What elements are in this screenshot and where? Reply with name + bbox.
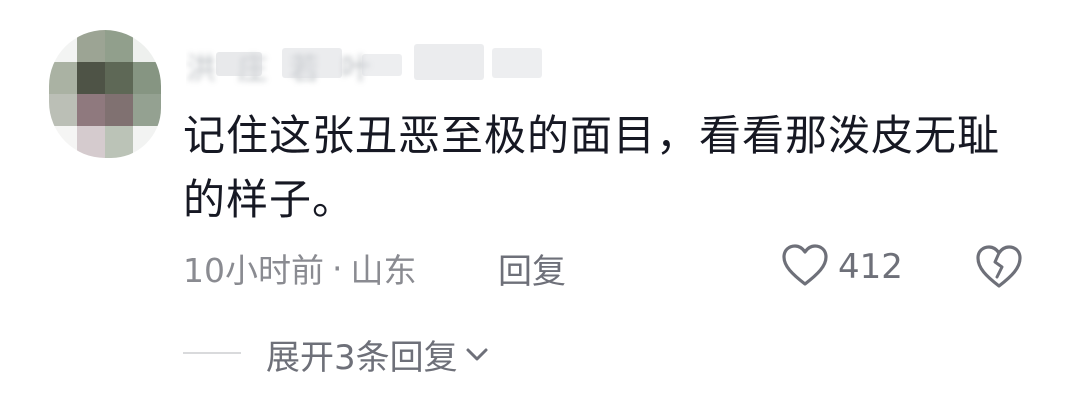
dislike-button[interactable]: [973, 240, 1025, 294]
comment-meta: 10小时前 · 山东: [183, 244, 417, 292]
like-count: 412: [838, 247, 903, 287]
meta-separator: ·: [332, 248, 343, 288]
heart-outline-icon: [780, 242, 830, 292]
comment-text: 记住这张丑恶至极的面目，看看那泼皮无耻的样子。: [183, 111, 1001, 224]
avatar[interactable]: [49, 30, 161, 158]
broken-heart-icon: [973, 245, 1025, 298]
reply-button[interactable]: 回复: [498, 244, 566, 292]
comment-time: 10小时前: [183, 251, 324, 290]
username-obscured[interactable]: 洪 庄 若 叶: [186, 38, 550, 88]
like-button[interactable]: 412: [780, 240, 903, 294]
comment-location: 山东: [350, 251, 417, 290]
expand-replies-label: 展开3条回复: [266, 337, 458, 378]
chevron-down-icon: [458, 334, 490, 374]
expand-divider: [183, 352, 241, 354]
expand-replies-button[interactable]: 展开3条回复: [266, 330, 490, 378]
